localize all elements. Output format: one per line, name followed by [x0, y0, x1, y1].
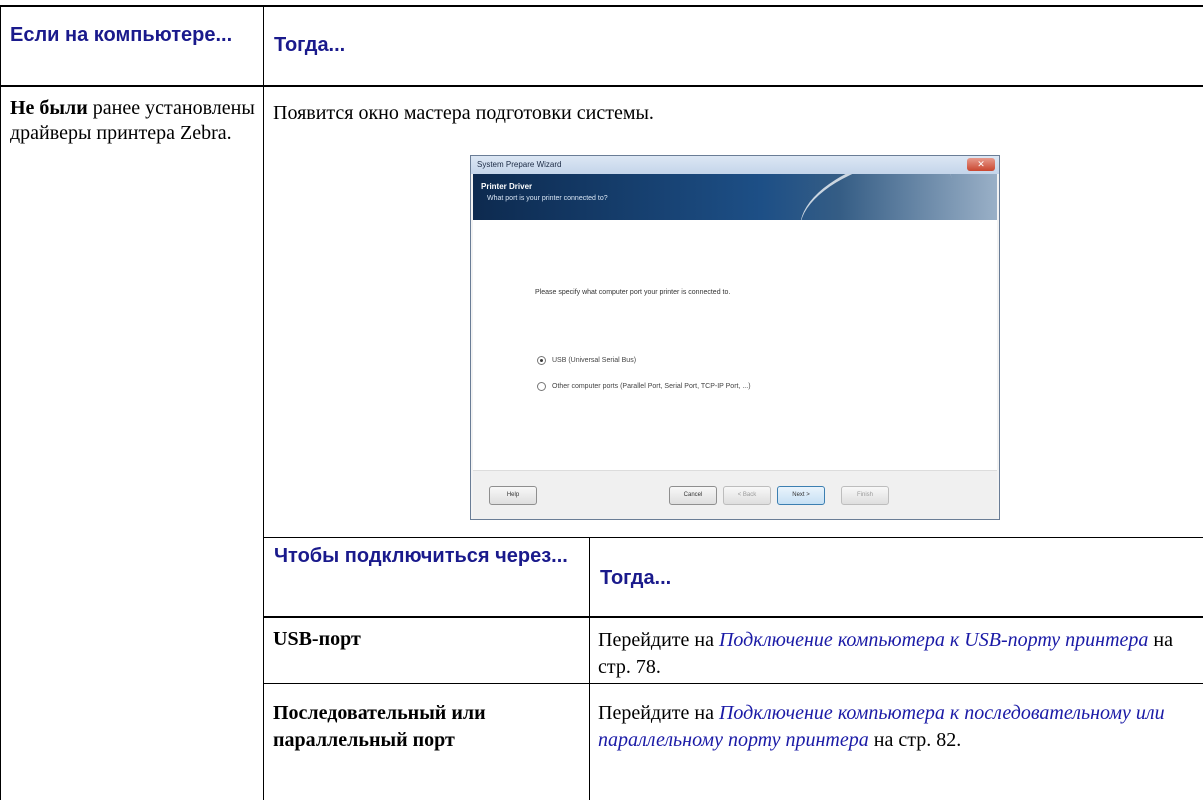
close-icon[interactable]: ✕: [967, 158, 995, 171]
subtable-header-rule: [264, 616, 1203, 618]
row1-prefix: Перейдите на: [598, 629, 719, 651]
cancel-button[interactable]: Cancel: [669, 486, 717, 505]
row2-prefix: Перейдите на: [598, 702, 719, 724]
subtable-row1-result: Перейдите на Подключение компьютера к US…: [598, 627, 1198, 681]
radio-selected-icon[interactable]: [537, 356, 546, 365]
subtable-row-rule: [264, 683, 1203, 684]
finish-button[interactable]: Finish: [841, 486, 889, 505]
row1-result: Появится окно мастера подготовки системы…: [273, 102, 654, 124]
document-table: Если на компьютере... Тогда... Не были р…: [0, 0, 1203, 800]
subtable-header-condition: Чтобы подключиться через...: [274, 545, 568, 567]
subtable-column-divider: [589, 537, 590, 800]
subtable-top-rule: [264, 537, 1203, 538]
subtable-header-result: Тогда...: [600, 567, 672, 589]
table-left-border: [0, 5, 1, 800]
back-button[interactable]: < Back: [723, 486, 771, 505]
table-top-rule: [0, 5, 1203, 7]
banner-swoosh-graphic: [787, 174, 967, 220]
help-button[interactable]: Help: [489, 486, 537, 505]
dialog-titlebar: System Prepare Wizard ✕: [471, 156, 999, 174]
subtable-row2-result: Перейдите на Подключение компьютера к по…: [598, 700, 1188, 754]
banner-subtitle: What port is your printer connected to?: [487, 195, 608, 202]
header-condition: Если на компьютере...: [10, 24, 233, 46]
header-result: Тогда...: [274, 34, 346, 56]
header-rule: [0, 85, 1203, 87]
link-usb-connection[interactable]: Подключение компьютера к USB-порту принт…: [719, 629, 1148, 651]
dialog-banner: Printer Driver What port is your printer…: [473, 174, 997, 220]
row2-suffix: на стр. 82.: [868, 729, 962, 751]
radio-option-other-ports[interactable]: Other computer ports (Parallel Port, Ser…: [537, 382, 751, 391]
row1-condition-bold: Не были: [10, 97, 88, 119]
radio-option-usb[interactable]: USB (Universal Serial Bus): [537, 356, 636, 365]
radio-label-usb: USB (Universal Serial Bus): [552, 357, 637, 364]
radio-label-other-ports: Other computer ports (Parallel Port, Ser…: [552, 383, 751, 390]
next-button[interactable]: Next >: [777, 486, 825, 505]
dialog-title: System Prepare Wizard: [477, 160, 562, 169]
banner-title: Printer Driver: [481, 182, 533, 191]
row1-condition: Не были ранее установлены драйверы принт…: [10, 96, 255, 146]
port-prompt: Please specify what computer port your p…: [535, 289, 731, 296]
dialog-body: Please specify what computer port your p…: [473, 220, 997, 470]
radio-unselected-icon[interactable]: [537, 382, 546, 391]
subtable-row2-condition: Последовательный или параллельный порт: [273, 702, 486, 751]
dialog-footer: Help Cancel < Back Next > Finish: [473, 470, 997, 519]
system-prepare-wizard-dialog: System Prepare Wizard ✕ Printer Driver W…: [470, 155, 1000, 520]
subtable-row1-condition: USB-порт: [273, 628, 361, 650]
table-column-divider: [263, 5, 264, 800]
